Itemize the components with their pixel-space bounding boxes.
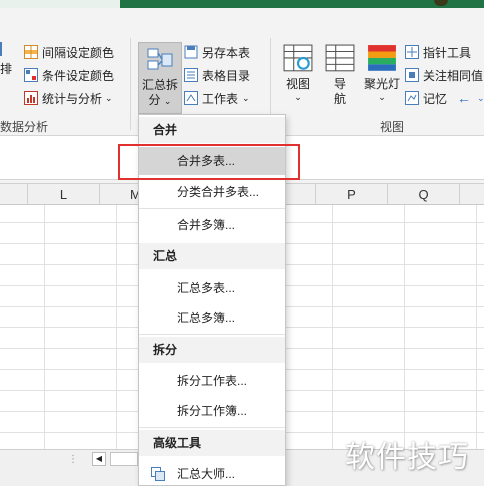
view-label: 视图 — [285, 77, 310, 91]
status-bar — [0, 466, 140, 486]
watermark-text: 软件技巧 — [345, 440, 469, 475]
menu-item-summarize-sheets[interactable]: 汇总多表... — [139, 274, 285, 302]
scroll-left-button[interactable]: ◀ — [92, 452, 106, 466]
title-bar — [0, 0, 484, 8]
chevron-down-icon: ⌄ — [105, 92, 113, 103]
conditional-color-icon — [24, 68, 38, 82]
menu-item-split-worksheet[interactable]: 拆分工作表... — [139, 367, 285, 395]
navigate-label: 导航 — [333, 77, 346, 106]
menu-header-merge: 合并 — [139, 117, 285, 143]
interval-color-button[interactable]: 间隔设定颜色 — [24, 42, 114, 62]
chevron-down-icon: ⌄ — [242, 92, 250, 103]
menu-item-summarize-workbooks[interactable]: 汇总多簿... — [139, 304, 285, 332]
menu-divider — [139, 208, 285, 209]
memory-button[interactable]: 记忆 ← ⌄ — [405, 88, 484, 108]
horizontal-scrollbar[interactable] — [110, 452, 138, 466]
statistics-label: 统计与分析 — [42, 91, 103, 106]
table-of-contents-button[interactable]: 表格目录 — [184, 65, 250, 85]
summarize-split-label-1: 汇总拆 — [141, 78, 178, 92]
navigate-icon — [325, 44, 355, 72]
focus-icon — [405, 68, 419, 82]
data-analysis-group-label: 数据分析 — [0, 120, 49, 134]
splitter-handle-icon[interactable]: ⋮ — [68, 454, 78, 465]
summarize-split-button[interactable]: 汇总拆 分 ⌄ — [138, 42, 182, 114]
menu-header-summarize: 汇总 — [139, 243, 285, 269]
menu-divider — [139, 334, 285, 335]
highlight-box — [118, 144, 300, 180]
menu-item-category-merge-sheets[interactable]: 分类合并多表... — [139, 178, 285, 206]
view-button[interactable]: 视图 ⌄ — [280, 44, 316, 103]
spotlight-icon — [368, 45, 396, 71]
spotlight-label: 聚光灯 — [364, 77, 401, 91]
navigate-button[interactable]: 导航 — [322, 44, 358, 107]
ribbon-sheet-tools: 另存本表 表格目录 工作表 ⌄ — [184, 42, 250, 108]
statistics-button[interactable]: 统计与分析 ⌄ — [24, 88, 114, 108]
view-group-label: 视图 — [380, 120, 405, 134]
partial-label: 排 — [0, 62, 13, 76]
ribbon-partial-button[interactable]: 排 — [0, 42, 12, 77]
memory-icon — [405, 91, 419, 105]
column-header-blank — [0, 184, 28, 206]
conditional-color-label: 条件设定颜色 — [42, 68, 115, 83]
focus-same-value-button[interactable]: 关注相同值 — [405, 65, 484, 85]
table-list-icon — [184, 68, 198, 82]
merge-sheets-icon — [147, 48, 173, 70]
partial-icon — [0, 42, 6, 56]
arrow-left-icon[interactable]: ← — [457, 90, 471, 106]
interval-color-label: 间隔设定颜色 — [42, 45, 115, 60]
worksheet-label: 工作表 — [202, 91, 239, 106]
menu-item-summary-master[interactable]: 汇总大师... — [139, 460, 285, 486]
memory-label: 记忆 — [423, 91, 448, 106]
spotlight-button[interactable]: 聚光灯 ⌄ — [364, 44, 400, 103]
worksheet-button[interactable]: 工作表 ⌄ — [184, 88, 250, 108]
group-divider — [130, 38, 131, 130]
worksheet-icon — [184, 91, 198, 105]
conditional-color-button[interactable]: 条件设定颜色 — [24, 65, 114, 85]
chevron-down-icon: ⌄ — [477, 92, 484, 103]
focus-same-value-label: 关注相同值 — [423, 68, 484, 83]
title-bar-tab — [0, 0, 120, 8]
ribbon-color-tools: 间隔设定颜色 条件设定颜色 统计与分析 ⌄ — [24, 42, 114, 108]
view-icon — [283, 44, 313, 72]
save-sheet-as-button[interactable]: 另存本表 — [184, 42, 250, 62]
menu-divider — [139, 427, 285, 428]
column-header-p[interactable]: P — [316, 184, 388, 206]
menu-item-merge-workbooks[interactable]: 合并多簿... — [139, 211, 285, 239]
chevron-down-icon: ⌄ — [294, 92, 302, 102]
arrow-left-icon: ◀ — [95, 454, 103, 463]
save-copy-icon — [184, 45, 198, 59]
column-header-q[interactable]: Q — [388, 184, 460, 206]
chevron-down-icon: ⌄ — [378, 92, 386, 102]
table-of-contents-label: 表格目录 — [202, 68, 251, 83]
pointer-icon — [405, 45, 419, 59]
save-sheet-as-label: 另存本表 — [202, 45, 251, 60]
summarize-split-label-2: 分 ⌄ — [148, 93, 172, 107]
menu-item-split-workbook[interactable]: 拆分工作簿... — [139, 397, 285, 425]
menu-header-advanced-tools: 高级工具 — [139, 430, 285, 456]
pointer-tool-label: 指针工具 — [423, 45, 472, 60]
account-icon — [434, 0, 448, 6]
ribbon-view-tools: 指针工具 关注相同值 记忆 ← ⌄ — [405, 42, 484, 108]
menu-header-split: 拆分 — [139, 337, 285, 363]
summary-master-icon — [151, 467, 165, 481]
summary-master-label: 汇总大师... — [177, 467, 236, 481]
statistics-icon — [24, 91, 38, 105]
chevron-down-icon: ⌄ — [163, 96, 172, 106]
pointer-tool-button[interactable]: 指针工具 — [405, 42, 484, 62]
column-header-l[interactable]: L — [28, 184, 100, 206]
grid-color-icon — [24, 45, 38, 59]
